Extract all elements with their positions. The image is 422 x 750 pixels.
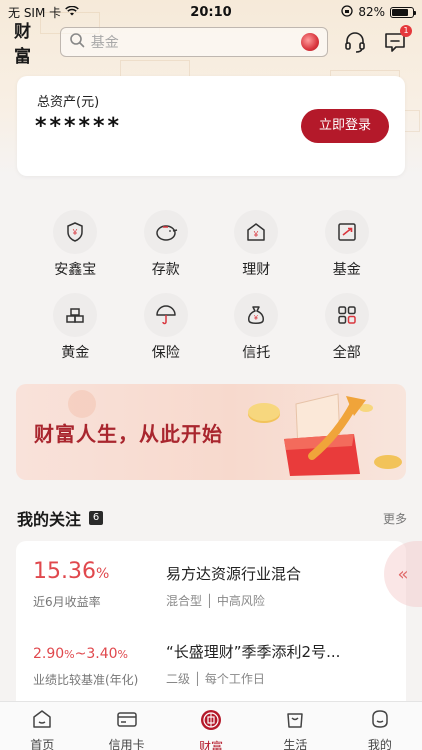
battery-icon xyxy=(390,6,416,18)
shield-yen-icon: ¥ xyxy=(53,210,98,254)
search-input[interactable]: 基金 xyxy=(59,27,329,57)
fund-name: “长盛理财”季季添利2号... xyxy=(166,643,341,661)
asset-card: 总资产(元) ****** 立即登录 xyxy=(17,76,405,176)
fund-tags: 二级 │ 每个工作日 xyxy=(166,672,265,686)
profile-icon xyxy=(369,708,391,734)
piggy-bank-icon xyxy=(143,210,188,254)
svg-text:¥: ¥ xyxy=(72,228,78,237)
tab-life[interactable]: 生活 xyxy=(253,702,337,750)
home-icon xyxy=(31,708,53,734)
customer-service-icon[interactable] xyxy=(342,29,368,55)
category-item[interactable]: 保险 xyxy=(121,293,212,362)
more-link[interactable]: 更多 xyxy=(383,510,407,527)
umbrella-icon xyxy=(143,293,188,337)
promo-banner[interactable]: 财富人生，从此开始 xyxy=(16,384,406,480)
tab-profile[interactable]: 我的 xyxy=(338,702,422,750)
list-item[interactable]: 2.90%~3.40% 业绩比较基准(年化) “长盛理财”季季添利2号... 二… xyxy=(16,627,406,707)
category-label: 存款 xyxy=(151,262,180,278)
bottom-tab-bar: 首页 信用卡 财富 生活 我的 xyxy=(0,701,422,750)
chart-up-icon xyxy=(324,210,369,254)
category-label: 基金 xyxy=(332,262,361,278)
fund-rate-label: 业绩比较基准(年化) xyxy=(33,673,139,687)
battery-percent: 82% xyxy=(358,5,385,19)
section-title: 我的关注 xyxy=(17,510,82,529)
page-title: 财富 xyxy=(14,22,31,67)
follow-count-badge: 6 xyxy=(89,511,104,525)
shopping-bag-icon xyxy=(284,708,306,734)
chevron-left-icon: « xyxy=(397,563,409,585)
gold-bars-icon xyxy=(53,293,98,337)
house-yen-icon: ¥ xyxy=(234,210,279,254)
total-assets-label: 总资产(元) xyxy=(37,95,100,110)
category-item[interactable]: 全部 xyxy=(302,293,393,362)
money-bag-icon: ¥ xyxy=(234,293,279,337)
category-label: 全部 xyxy=(332,345,361,361)
category-label: 保险 xyxy=(151,345,180,361)
status-bar: 无 SIM 卡 20:10 82% xyxy=(0,0,422,24)
tab-label: 生活 xyxy=(283,738,308,750)
category-grid: ¥ 安鑫宝 存款 ¥ 理财 基金 黄金 保险 ¥ 信托 全部 xyxy=(30,210,392,362)
tab-label: 信用卡 xyxy=(108,738,145,750)
fund-rate-label: 近6月收益率 xyxy=(33,595,101,609)
tab-label: 首页 xyxy=(30,738,55,750)
category-item[interactable]: ¥ 信托 xyxy=(211,293,302,362)
category-label: 安鑫宝 xyxy=(54,262,97,278)
voice-assistant-icon[interactable] xyxy=(301,33,320,51)
fund-tags: 混合型 │ 中高风险 xyxy=(166,594,265,608)
tab-credit-card[interactable]: 信用卡 xyxy=(84,702,168,750)
fund-rate: 15.36% xyxy=(33,559,110,584)
category-item[interactable]: ¥ 安鑫宝 xyxy=(30,210,121,279)
svg-text:¥: ¥ xyxy=(253,230,259,239)
fund-name: 易方达资源行业混合 xyxy=(166,565,302,583)
tab-home[interactable]: 首页 xyxy=(0,702,84,750)
category-item[interactable]: ¥ 理财 xyxy=(211,210,302,279)
banner-text: 财富人生，从此开始 xyxy=(34,422,223,446)
category-label: 理财 xyxy=(242,262,271,278)
credit-card-icon xyxy=(116,708,138,734)
category-label: 黄金 xyxy=(61,345,90,361)
message-icon[interactable]: 1 xyxy=(382,25,412,55)
category-item[interactable]: 基金 xyxy=(302,210,393,279)
tab-label: 财富 xyxy=(199,740,224,750)
message-badge: 1 xyxy=(400,25,412,37)
tab-wealth[interactable]: 财富 xyxy=(169,702,253,750)
rotation-lock-icon xyxy=(341,4,353,20)
list-item[interactable]: 15.36% 近6月收益率 易方达资源行业混合 混合型 │ 中高风险 xyxy=(16,541,406,621)
category-label: 信托 xyxy=(242,345,271,361)
fund-rate-range: 2.90%~3.40% xyxy=(33,646,128,662)
search-icon xyxy=(69,32,85,52)
search-placeholder: 基金 xyxy=(90,35,119,51)
login-button[interactable]: 立即登录 xyxy=(301,109,389,143)
svg-text:¥: ¥ xyxy=(254,315,258,322)
follow-list: 15.36% 近6月收益率 易方达资源行业混合 混合型 │ 中高风险 2.90%… xyxy=(16,541,406,711)
app-header: 财富 基金 1 xyxy=(0,22,422,67)
total-assets-value: ****** xyxy=(35,114,123,139)
category-item[interactable]: 存款 xyxy=(121,210,212,279)
wealth-coin-icon xyxy=(199,708,223,736)
category-item[interactable]: 黄金 xyxy=(30,293,121,362)
wifi-icon xyxy=(65,5,79,19)
tab-label: 我的 xyxy=(367,738,392,750)
grid-icon xyxy=(324,293,369,337)
follow-section-header: 我的关注 6 更多 xyxy=(17,506,407,530)
